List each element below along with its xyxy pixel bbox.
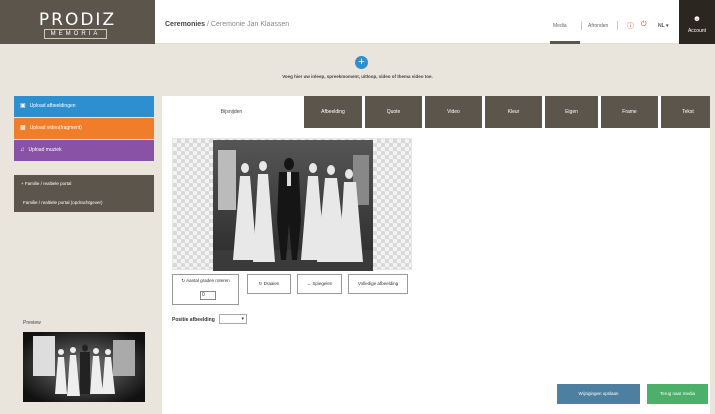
mirror-button[interactable]: ↔ Spiegelen xyxy=(297,274,342,294)
user-icon: ☻ xyxy=(692,14,702,23)
crop-photo[interactable] xyxy=(213,140,373,271)
upload-music-label: Upload muziek xyxy=(28,147,62,153)
add-media-button[interactable]: + xyxy=(355,56,368,69)
nav-divider xyxy=(617,21,618,30)
tab-video[interactable]: Video xyxy=(425,96,482,128)
nav-afronden[interactable]: Afronden xyxy=(588,23,608,29)
upload-strip: + Voeg hier uw inleep, spreekmoment, uit… xyxy=(0,44,715,93)
tab-bijsnijden[interactable]: Bijsnijden xyxy=(162,96,301,128)
tab-tekst[interactable]: Tekst xyxy=(661,96,715,128)
account-label: Account xyxy=(687,28,707,34)
upload-images-button[interactable]: ▣ Upload afbeeldingen xyxy=(14,96,154,117)
top-bar: Ceremonies / Ceremonie Jan Klaassen Medi… xyxy=(155,0,679,44)
rotate-degrees-control: ↻ Aantal graden roteren xyxy=(172,274,239,305)
rotate-icon: ↻ xyxy=(258,281,263,286)
upload-video-label: Upload video(fragment) xyxy=(29,125,82,131)
position-label: Positie afbeelding xyxy=(172,317,215,323)
preview-label: Preview xyxy=(23,320,41,326)
editor-panel: Bijsnijden Afbeelding Quote Video Kleur … xyxy=(162,96,715,414)
family-portal-client-link[interactable]: Familie / realtiele portal (opdrachtgeve… xyxy=(14,193,154,212)
breadcrumb-root[interactable]: Ceremonies xyxy=(165,21,205,28)
tab-quote[interactable]: Quote xyxy=(365,96,422,128)
full-image-button[interactable]: Volledige afbeelding xyxy=(348,274,408,294)
logo[interactable]: PRODIZ MEMORIA xyxy=(0,0,155,44)
logo-title: PRODIZ xyxy=(38,10,117,30)
breadcrumb-current: Ceremonie Jan Klaassen xyxy=(210,21,290,28)
crop-canvas[interactable] xyxy=(172,138,412,271)
rotate-icon: ↻ xyxy=(181,278,186,283)
logo-subtitle: MEMORIA xyxy=(44,29,107,39)
tab-eigen[interactable]: Eigen xyxy=(545,96,598,128)
upload-images-label: Upload afbeeldingen xyxy=(29,103,76,109)
upload-music-button[interactable]: ♫ Upload muziek xyxy=(14,140,154,161)
rotate-button[interactable]: ↻ Draaien xyxy=(247,274,291,294)
rotate-button-label: Draaien xyxy=(263,281,280,286)
video-icon: ▩ xyxy=(20,125,26,131)
rotate-degrees-input[interactable]: 0 xyxy=(200,291,216,300)
nav-media[interactable]: Media xyxy=(553,23,567,29)
account-button[interactable]: ☻ Account xyxy=(679,0,715,44)
help-icon[interactable]: ⓘ xyxy=(627,21,634,31)
power-icon[interactable]: ⏻ xyxy=(641,21,647,29)
image-icon: ▣ xyxy=(20,103,26,109)
back-to-media-button[interactable]: Terug naar media xyxy=(647,384,708,404)
preview-image xyxy=(23,332,145,402)
tab-kleur[interactable]: Kleur xyxy=(485,96,542,128)
nav-divider xyxy=(581,21,582,30)
upload-video-button[interactable]: ▩ Upload video(fragment) xyxy=(14,118,154,139)
language-select[interactable]: NL ▾ xyxy=(658,23,668,29)
position-select[interactable]: ▾ xyxy=(219,314,247,324)
save-changes-button[interactable]: Wijzigingen opslaan xyxy=(557,384,640,404)
family-portal-link[interactable]: + Familie / realtiele portal xyxy=(14,175,154,193)
music-icon: ♫ xyxy=(20,147,25,153)
rotate-degrees-label: Aantal graden roteren xyxy=(186,278,230,283)
breadcrumb: Ceremonies / Ceremonie Jan Klaassen xyxy=(165,21,289,28)
page-edge xyxy=(710,96,715,414)
tab-afbeelding[interactable]: Afbeelding xyxy=(304,96,362,128)
tab-frame[interactable]: Frame xyxy=(601,96,658,128)
upload-hint: Voeg hier uw inleep, spreekmoment, uitlo… xyxy=(282,74,433,79)
